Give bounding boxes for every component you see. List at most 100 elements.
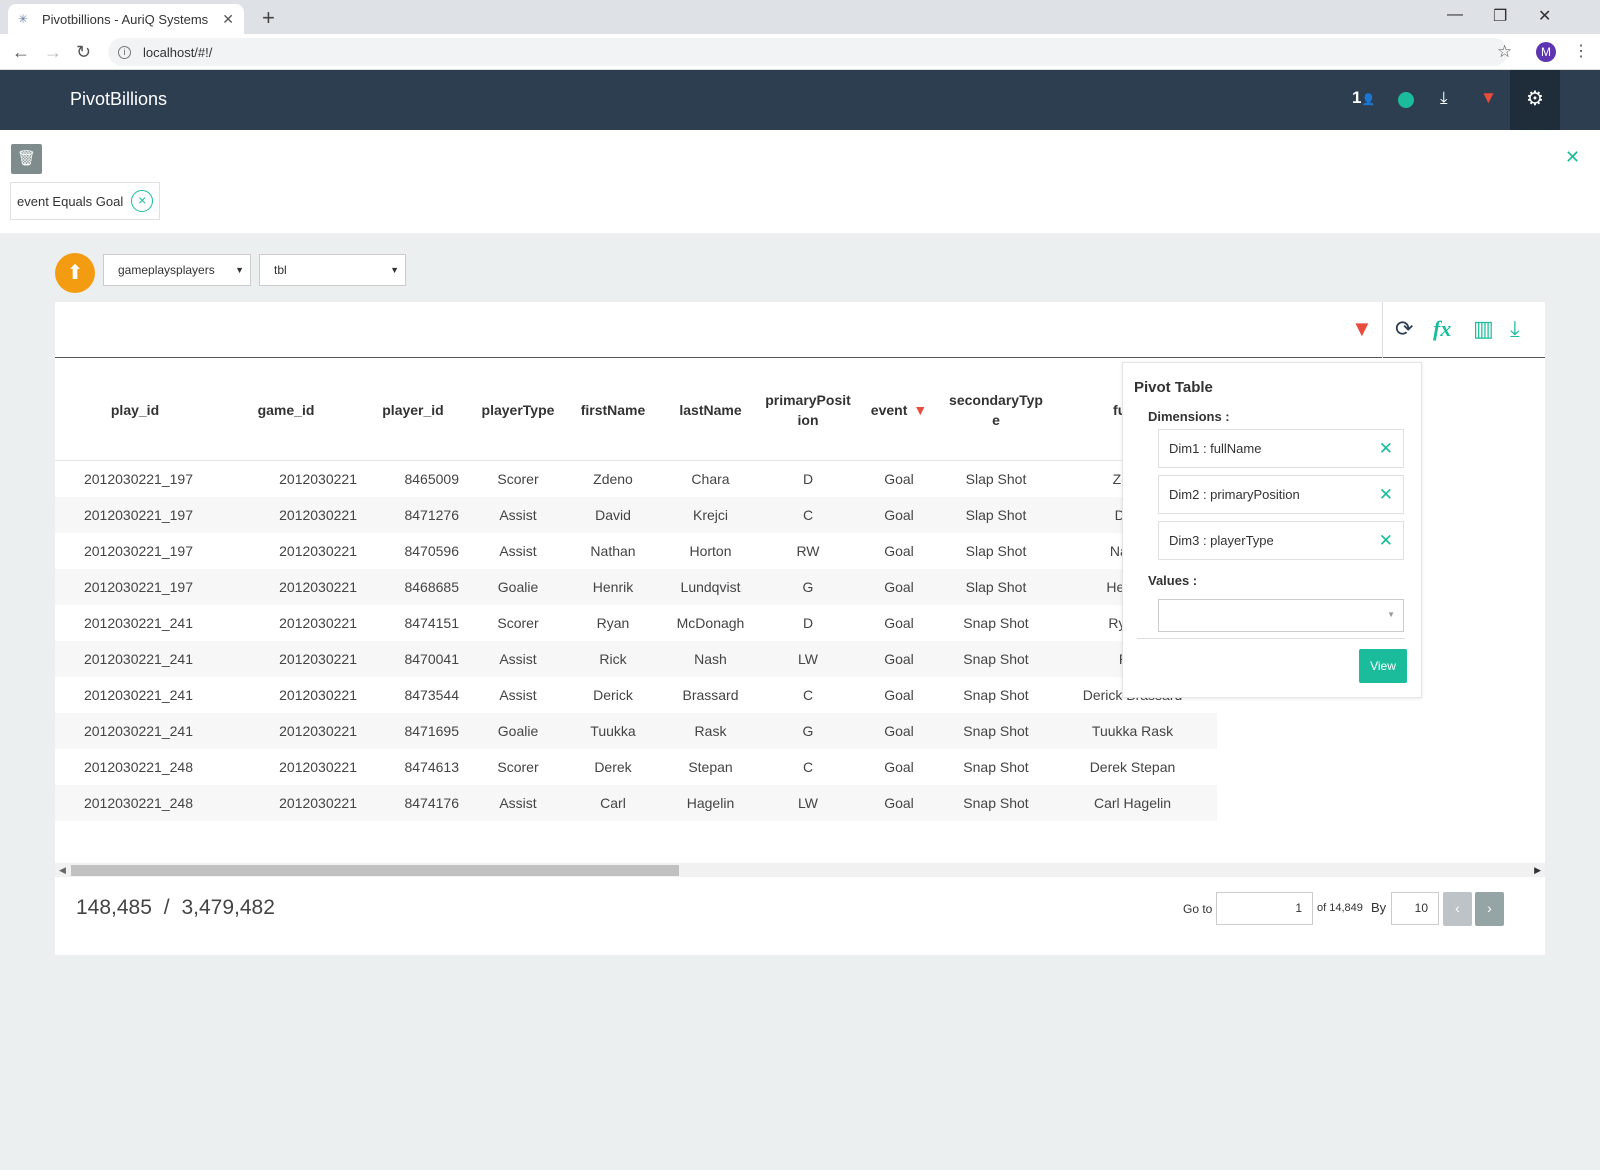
new-tab-icon[interactable]: + bbox=[262, 5, 275, 31]
column-header-primary-position[interactable]: primaryPosit ion bbox=[762, 359, 854, 460]
toolbar-divider bbox=[1382, 302, 1383, 358]
browser-menu-icon[interactable]: ⋮ bbox=[1573, 41, 1589, 61]
table-cell: Scorer bbox=[497, 615, 539, 631]
clear-filters-trash-icon[interactable]: 🗑 bbox=[11, 144, 42, 174]
table-cell: 8474176 bbox=[404, 795, 459, 811]
table-row[interactable]: 2012030221_241 2012030221 8470041 Assist Ric… bbox=[55, 641, 1217, 677]
dimension-row[interactable]: Dim1 : fullName ✕ bbox=[1158, 429, 1404, 468]
pivot-table-icon[interactable]: ⟳ bbox=[1395, 316, 1413, 342]
columns-icon[interactable]: ▥ bbox=[1473, 316, 1494, 342]
table-row[interactable]: 2012030221_197 2012030221 8468685 Goalie Hen… bbox=[55, 569, 1217, 605]
dimension-row[interactable]: Dim2 : primaryPosition ✕ bbox=[1158, 475, 1404, 514]
caret-down-icon: ▼ bbox=[235, 265, 244, 275]
url-field[interactable]: i localhost/#!/ bbox=[108, 38, 1508, 66]
view-button[interactable]: View bbox=[1359, 649, 1407, 683]
table-cell: Brassard bbox=[682, 687, 739, 703]
remove-filter-icon[interactable]: × bbox=[131, 190, 154, 212]
header-download-icon[interactable]: ⤓ bbox=[1440, 88, 1448, 108]
table-row[interactable]: 2012030221_241 2012030221 8473544 Assist Der… bbox=[55, 677, 1217, 713]
table-cell: LW bbox=[798, 795, 818, 811]
users-indicator[interactable]: 1👤 bbox=[1352, 88, 1375, 108]
horizontal-scrollbar[interactable]: ◀ ▶ bbox=[55, 863, 1545, 877]
table-cell: Snap Shot bbox=[963, 687, 1029, 703]
next-page-chevron-icon[interactable]: › bbox=[1475, 892, 1504, 926]
table-cell: 2012030221 bbox=[279, 543, 357, 559]
column-header-play-id[interactable]: play_id bbox=[55, 359, 215, 460]
remove-dimension-icon[interactable]: ✕ bbox=[1379, 485, 1393, 505]
table-row[interactable]: 2012030221_241 2012030221 8474151 Scorer Rya… bbox=[55, 605, 1217, 641]
table-cell: Tuukka Rask bbox=[1091, 723, 1174, 739]
table-cell: Carl bbox=[600, 795, 626, 811]
reload-icon[interactable]: ↻ bbox=[76, 42, 91, 63]
table-row[interactable]: 2012030221_197 2012030221 8470596 Assist Nat… bbox=[55, 533, 1217, 569]
column-header-player-type[interactable]: playerType bbox=[469, 359, 567, 460]
table-select[interactable]: tbl ▼ bbox=[259, 254, 406, 286]
data-table: play_id game_id player_id playerType firstNa… bbox=[55, 359, 1217, 821]
forward-icon[interactable]: → bbox=[44, 42, 62, 63]
page-number-input[interactable]: 1 bbox=[1216, 892, 1313, 925]
column-header-label: event bbox=[870, 401, 908, 418]
table-cell: 2012030221 bbox=[279, 723, 357, 739]
column-header-label: secondaryTyp e bbox=[949, 391, 1043, 428]
scroll-left-icon[interactable]: ◀ bbox=[59, 863, 66, 877]
pivot-divider bbox=[1137, 638, 1405, 639]
filter-funnel-icon[interactable]: ▼ bbox=[1351, 316, 1373, 342]
upload-arrow-icon[interactable]: ⬆ bbox=[55, 253, 95, 293]
values-label: Values : bbox=[1148, 573, 1198, 588]
values-select[interactable]: ▼ bbox=[1158, 599, 1404, 632]
table-cell: C bbox=[802, 507, 814, 523]
column-header-last-name[interactable]: lastName bbox=[659, 359, 762, 460]
header-filter-icon[interactable]: ▼ bbox=[1480, 88, 1497, 108]
back-icon[interactable]: ← bbox=[12, 42, 30, 63]
dataset-select[interactable]: gameplaysplayers ▼ bbox=[103, 254, 251, 286]
count-separator: / bbox=[163, 896, 170, 919]
table-row[interactable]: 2012030221_241 2012030221 8471695 Goalie Tuu… bbox=[55, 713, 1217, 749]
restore-icon[interactable]: ❐ bbox=[1493, 6, 1507, 26]
per-page-input[interactable]: 10 bbox=[1391, 892, 1439, 925]
column-header-player-id[interactable]: player_id bbox=[357, 359, 469, 460]
column-header-event[interactable]: event ▼ bbox=[854, 359, 944, 460]
minimize-icon[interactable]: — bbox=[1447, 6, 1463, 24]
table-row[interactable]: 2012030221_197 2012030221 8465009 Scorer Zde… bbox=[55, 461, 1217, 497]
table-cell: Snap Shot bbox=[963, 615, 1029, 631]
table-row[interactable]: 2012030221_248 2012030221 8474176 Assist Car… bbox=[55, 785, 1217, 821]
table-cell: Derek Stepan bbox=[1089, 759, 1176, 775]
formula-fx-icon[interactable]: fx bbox=[1433, 316, 1451, 342]
table-body: 2012030221_197 2012030221 8465009 Scorer Zde… bbox=[55, 461, 1217, 821]
table-cell: Scorer bbox=[497, 759, 539, 775]
table-row[interactable]: 2012030221_248 2012030221 8474613 Scorer Der… bbox=[55, 749, 1217, 785]
scrollbar-thumb[interactable] bbox=[71, 865, 679, 876]
table-header: play_id game_id player_id playerType firstNa… bbox=[55, 359, 1217, 461]
prev-page-chevron-icon[interactable]: ‹ bbox=[1443, 892, 1472, 926]
table-cell: Goal bbox=[884, 615, 914, 631]
table-cell: Goal bbox=[884, 507, 914, 523]
filter-bar: 🗑 ✕ event Equals Goal × bbox=[0, 130, 1600, 233]
close-filter-bar-icon[interactable]: ✕ bbox=[1565, 147, 1580, 168]
column-header-label: game_id bbox=[257, 401, 315, 418]
table-cell: Goalie bbox=[497, 723, 539, 739]
table-cell: 2012030221 bbox=[279, 507, 357, 523]
download-icon[interactable]: ⤓ bbox=[1510, 316, 1520, 342]
column-filter-icon[interactable]: ▼ bbox=[913, 400, 927, 420]
remove-dimension-icon[interactable]: ✕ bbox=[1379, 531, 1393, 551]
table-cell: Ryan bbox=[596, 615, 630, 631]
table-cell: 2012030221_197 bbox=[83, 579, 193, 595]
table-cell: 8474151 bbox=[404, 615, 459, 631]
table-cell: Snap Shot bbox=[963, 723, 1029, 739]
window-close-icon[interactable]: ✕ bbox=[1538, 6, 1551, 26]
scroll-right-icon[interactable]: ▶ bbox=[1534, 863, 1541, 877]
bookmark-star-icon[interactable]: ☆ bbox=[1497, 42, 1512, 62]
column-header-secondary-type[interactable]: secondaryTyp e bbox=[944, 359, 1048, 460]
table-cell: Henrik bbox=[592, 579, 634, 595]
profile-avatar[interactable]: M bbox=[1536, 42, 1556, 62]
remove-dimension-icon[interactable]: ✕ bbox=[1379, 439, 1393, 459]
table-cell: 2012030221 bbox=[279, 795, 357, 811]
table-row[interactable]: 2012030221_197 2012030221 8471276 Assist Dav… bbox=[55, 497, 1217, 533]
dimension-row[interactable]: Dim3 : playerType ✕ bbox=[1158, 521, 1404, 560]
settings-gear-icon[interactable]: ⚙ bbox=[1510, 70, 1560, 130]
column-header-first-name[interactable]: firstName bbox=[567, 359, 659, 460]
tab-close-icon[interactable]: ✕ bbox=[222, 11, 234, 28]
browser-tab[interactable]: ✳ Pivotbillions - AuriQ Systems ✕ bbox=[8, 4, 244, 34]
site-info-icon[interactable]: i bbox=[118, 45, 131, 59]
column-header-game-id[interactable]: game_id bbox=[215, 359, 357, 460]
